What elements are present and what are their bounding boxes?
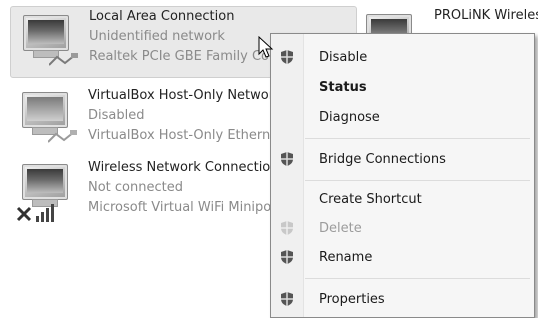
context-menu: Disable Status Diagnose Bridge Connectio… (270, 33, 535, 318)
error-x-icon (16, 206, 32, 222)
shield-icon (281, 221, 293, 235)
menu-item-label: Status (319, 79, 367, 95)
menu-separator (305, 180, 530, 181)
signal-bars-icon (36, 204, 54, 222)
shield-icon (281, 50, 293, 64)
connection-name: PROLiNK Wireless (434, 8, 538, 23)
network-adapter-icon (18, 90, 82, 148)
shield-icon (281, 152, 293, 166)
menu-item-label: Disable (319, 49, 368, 65)
menu-item-label: Delete (319, 220, 362, 236)
menu-separator (305, 278, 530, 279)
menu-item-label: Properties (319, 291, 385, 307)
menu-item-status[interactable]: Status (271, 74, 534, 100)
menu-item-diagnose[interactable]: Diagnose (271, 104, 534, 130)
shield-icon (281, 292, 293, 306)
menu-item-label: Create Shortcut (319, 191, 422, 207)
menu-item-disable[interactable]: Disable (271, 44, 534, 70)
menu-item-rename[interactable]: Rename (271, 244, 534, 270)
menu-item-delete: Delete (271, 215, 534, 241)
wireless-adapter-icon (16, 162, 82, 226)
menu-item-label: Bridge Connections (319, 151, 446, 167)
menu-item-label: Diagnose (319, 109, 380, 125)
mouse-cursor-icon (258, 36, 274, 58)
menu-separator (305, 138, 530, 139)
network-adapter-icon (19, 13, 83, 71)
shield-icon (281, 250, 293, 264)
menu-item-label: Rename (319, 249, 373, 265)
menu-item-properties[interactable]: Properties (271, 286, 534, 312)
menu-item-bridge-connections[interactable]: Bridge Connections (271, 146, 534, 172)
connection-name: Local Area Connection (89, 9, 235, 24)
menu-item-create-shortcut[interactable]: Create Shortcut (271, 186, 534, 212)
